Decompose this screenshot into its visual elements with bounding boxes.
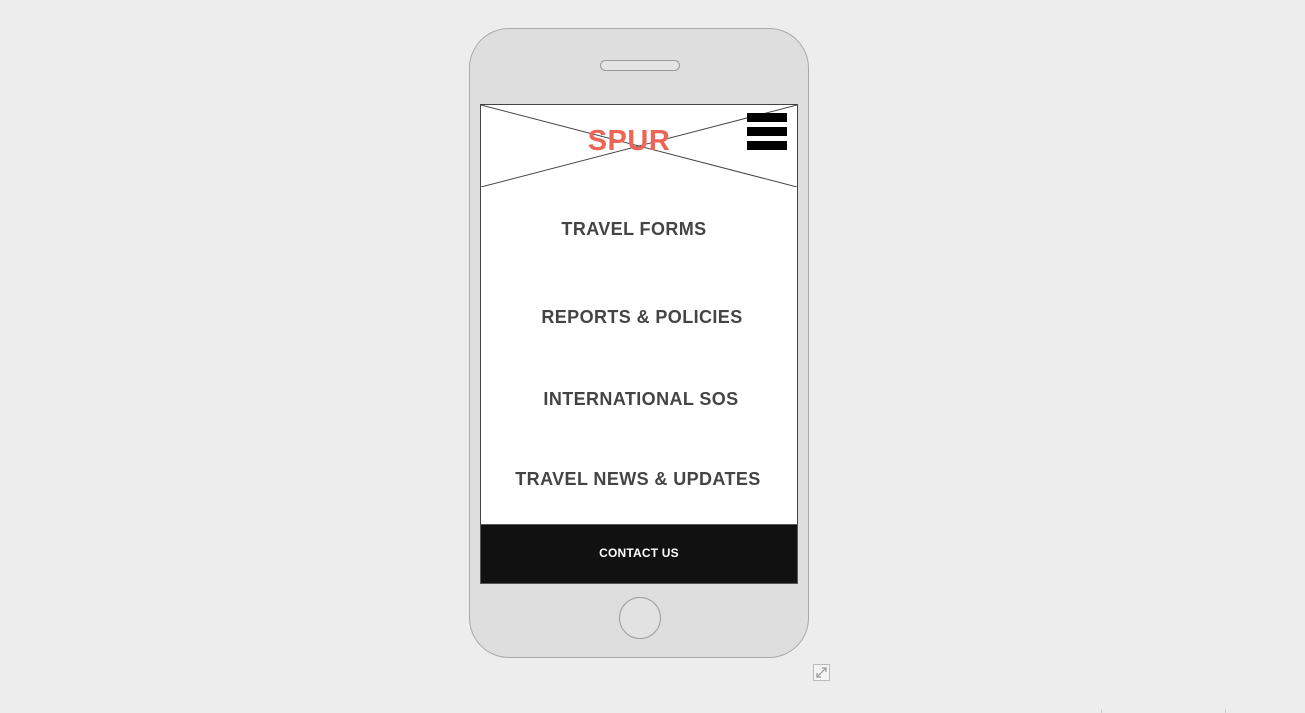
nav-item-label: TRAVEL FORMS — [561, 219, 707, 239]
header-image-placeholder: SPUR — [480, 104, 798, 188]
nav-item-international-sos[interactable]: INTERNATIONAL SOS — [480, 359, 798, 442]
hamburger-menu-icon[interactable] — [747, 113, 787, 150]
contact-us-button[interactable]: CONTACT US — [480, 524, 798, 584]
hamburger-bar — [747, 127, 787, 136]
phone-home-button[interactable] — [619, 597, 661, 639]
expand-icon[interactable] — [813, 664, 830, 681]
nav-item-label: TRAVEL NEWS & UPDATES — [515, 469, 761, 489]
hamburger-bar — [747, 113, 787, 122]
nav-item-travel-news-updates[interactable]: TRAVEL NEWS & UPDATES — [480, 441, 798, 525]
divider — [1225, 709, 1226, 713]
hamburger-bar — [747, 141, 787, 150]
nav-item-reports-policies[interactable]: REPORTS & POLICIES — [480, 277, 798, 360]
nav-item-label: INTERNATIONAL SOS — [543, 389, 739, 409]
divider — [1101, 709, 1102, 713]
phone-speaker — [600, 60, 680, 71]
phone-screen: SPUR TRAVEL FORMS REPORTS & POLICIES INT… — [480, 104, 798, 584]
nav-item-travel-forms[interactable]: TRAVEL FORMS — [480, 187, 798, 278]
logo[interactable]: SPUR — [481, 125, 777, 158]
expand-arrows-icon — [816, 667, 827, 678]
nav-item-label: REPORTS & POLICIES — [541, 307, 743, 327]
